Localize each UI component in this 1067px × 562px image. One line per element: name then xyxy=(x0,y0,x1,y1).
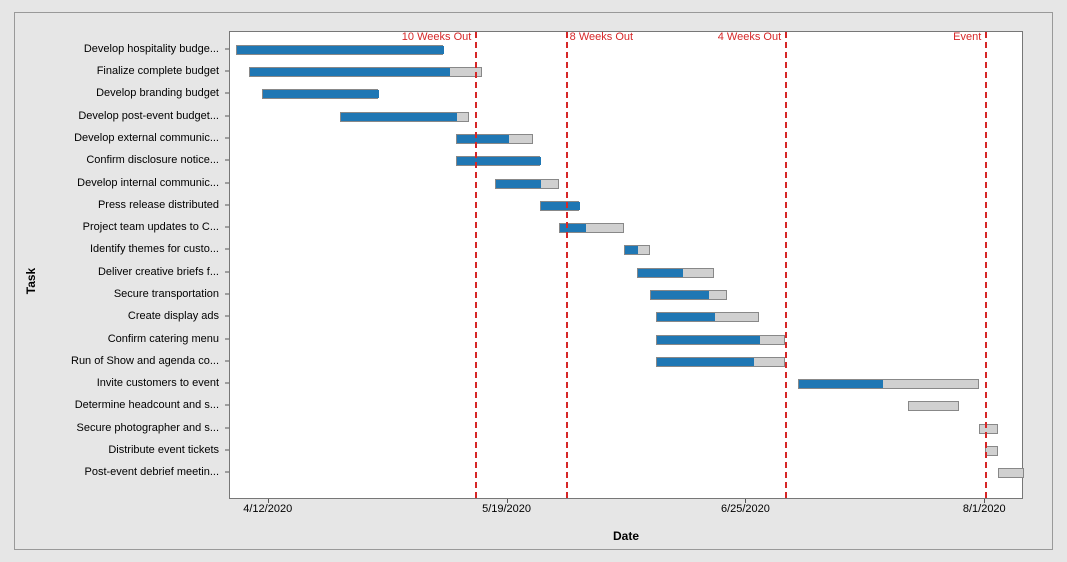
gantt-bar xyxy=(637,268,714,278)
gantt-bar xyxy=(998,468,1024,478)
x-axis-title: Date xyxy=(229,529,1023,543)
x-tick-label: 4/12/2020 xyxy=(243,503,292,515)
gantt-bar-progress xyxy=(250,68,450,76)
x-tick-label: 5/19/2020 xyxy=(482,503,531,515)
plot-area: 10 Weeks Out 8 Weeks Out 4 Weeks Out Event xyxy=(229,31,1023,499)
task-label: Invite customers to event xyxy=(33,377,219,389)
reference-line xyxy=(475,32,477,498)
task-label: Press release distributed xyxy=(33,199,219,211)
gantt-bar xyxy=(656,335,785,345)
x-tick-label: 8/1/2020 xyxy=(963,503,1006,515)
gantt-bar-progress xyxy=(657,313,715,321)
gantt-bar-progress xyxy=(651,291,709,299)
gantt-bar-progress xyxy=(799,380,883,388)
reference-line-label: 4 Weeks Out xyxy=(718,31,781,43)
gantt-bar-progress xyxy=(638,269,683,277)
gantt-bar-progress xyxy=(625,246,638,254)
x-tick-label: 6/25/2020 xyxy=(721,503,770,515)
task-label: Determine headcount and s... xyxy=(33,399,219,411)
y-axis-labels: Develop hospitality budge... Finalize com… xyxy=(33,31,225,499)
gantt-bar-progress xyxy=(657,358,754,366)
task-label: Deliver creative briefs f... xyxy=(33,266,219,278)
gantt-bar xyxy=(656,312,759,322)
gantt-bar-progress xyxy=(657,336,760,344)
gantt-bar xyxy=(262,89,378,99)
gantt-bar xyxy=(249,67,481,77)
task-label: Secure transportation xyxy=(33,288,219,300)
reference-line xyxy=(566,32,568,498)
gantt-bar-progress xyxy=(457,157,541,165)
task-label: Finalize complete budget xyxy=(33,65,219,77)
task-label: Run of Show and agenda co... xyxy=(33,355,219,367)
gantt-bar xyxy=(540,201,579,211)
task-label: Distribute event tickets xyxy=(33,444,219,456)
gantt-bar-progress xyxy=(560,224,586,232)
reference-line-label: Event xyxy=(953,31,981,43)
gantt-bar-progress xyxy=(263,90,379,98)
reference-line-label: 10 Weeks Out xyxy=(402,31,472,43)
gantt-bar xyxy=(559,223,624,233)
gantt-bar xyxy=(495,179,560,189)
task-label: Develop external communic... xyxy=(33,132,219,144)
task-label: Develop hospitality budge... xyxy=(33,43,219,55)
gantt-bar xyxy=(908,401,960,411)
task-label: Secure photographer and s... xyxy=(33,422,219,434)
gantt-bar xyxy=(656,357,785,367)
gantt-bar xyxy=(798,379,979,389)
gantt-chart: Task Develop hospitality budge...Finaliz… xyxy=(14,12,1053,550)
task-label: Post-event debrief meetin... xyxy=(33,466,219,478)
gantt-bar xyxy=(456,134,533,144)
task-label: Identify themes for custo... xyxy=(33,243,219,255)
gantt-bar xyxy=(979,424,998,434)
task-label: Develop internal communic... xyxy=(33,177,219,189)
x-axis-labels: 4/12/2020 5/19/2020 6/25/2020 8/1/2020 xyxy=(229,503,1023,521)
reference-line-label: 8 Weeks Out xyxy=(570,31,633,43)
gantt-bar xyxy=(340,112,469,122)
gantt-bar-progress xyxy=(237,46,444,54)
reference-line xyxy=(985,32,987,498)
gantt-bar-progress xyxy=(541,202,580,210)
gantt-bar-progress xyxy=(341,113,457,121)
gantt-bar xyxy=(456,156,540,166)
task-label: Confirm catering menu xyxy=(33,333,219,345)
task-label: Confirm disclosure notice... xyxy=(33,154,219,166)
gantt-bar xyxy=(650,290,727,300)
task-label: Project team updates to C... xyxy=(33,221,219,233)
gantt-bar xyxy=(236,45,443,55)
task-label: Develop post-event budget... xyxy=(33,110,219,122)
task-label: Develop branding budget xyxy=(33,87,219,99)
gantt-bar-progress xyxy=(457,135,509,143)
reference-line xyxy=(785,32,787,498)
gantt-bar-progress xyxy=(496,180,541,188)
gantt-bar xyxy=(624,245,650,255)
task-label: Create display ads xyxy=(33,310,219,322)
